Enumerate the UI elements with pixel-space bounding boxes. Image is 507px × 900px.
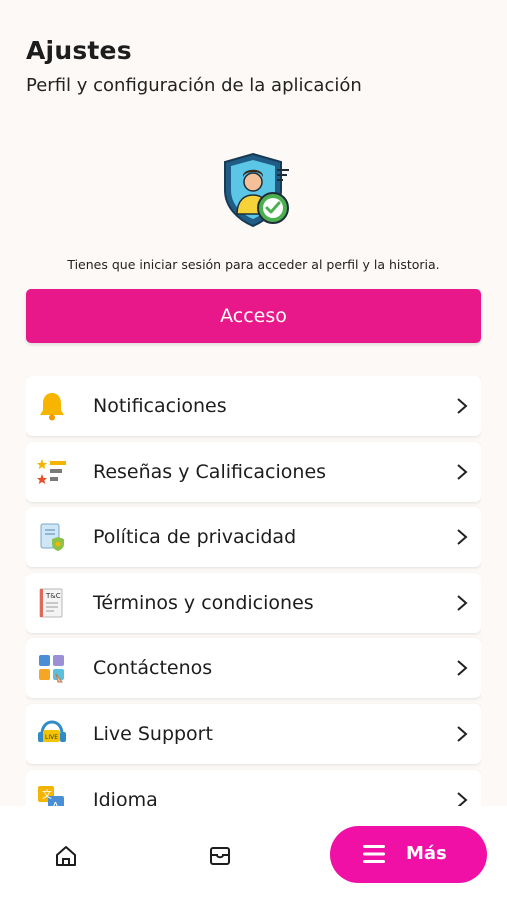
svg-text:文: 文 [42,788,52,801]
language-icon: 文 A [38,785,64,806]
svg-text:T&C: T&C [45,592,61,600]
chevron-right-icon [457,660,468,677]
shop-box-icon[interactable] [208,844,232,868]
bell-icon [40,393,64,421]
menu-item-reviews[interactable]: Reseñas y Calificaciones [26,441,481,502]
chevron-right-icon [457,398,468,414]
chevron-right-icon [457,463,468,480]
contact-icon [39,655,64,683]
more-label: Más [406,843,447,864]
chevron-right-icon [457,791,468,806]
menu-item-notifications[interactable]: Notificaciones [26,376,481,436]
menu-item-label: Live Support [93,722,213,745]
more-button[interactable]: Más [330,826,487,883]
chevron-right-icon [457,726,468,742]
login-button[interactable]: Acceso [26,289,481,343]
menu-item-terms[interactable]: T&C Términos y condiciones [26,572,481,633]
menu-item-label: Política de privacidad [93,526,297,549]
login-notice: Tienes que iniciar sesión para acceder a… [67,257,440,272]
star-rating-icon [37,458,66,484]
page-header: Ajustes Perfil y configuración de la apl… [26,36,362,96]
menu-item-language[interactable]: 文 A Idioma [26,769,481,806]
menu-item-live-support[interactable]: LIVE Live Support [26,703,481,764]
live-support-icon: LIVE [38,720,66,742]
settings-menu: Notificaciones Reseñas y Calificaciones … [26,376,481,806]
menu-item-label: Reseñas y Calificaciones [93,460,327,483]
menu-item-label: Contáctenos [93,657,213,680]
home-icon[interactable] [54,844,78,868]
svg-text:LIVE: LIVE [45,734,58,741]
privacy-document-icon [40,523,64,552]
bottom-navigation: Más [0,806,507,900]
page-subtitle: Perfil y configuración de la aplicación [26,75,362,96]
menu-item-label: Notificaciones [93,395,227,417]
menu-item-label: Idioma [93,788,158,806]
menu-hamburger-icon [363,845,385,863]
menu-item-contact[interactable]: Contáctenos [26,638,481,699]
menu-item-privacy-policy[interactable]: Política de privacidad [26,507,481,568]
profile-shield-icon [224,152,289,228]
chevron-right-icon [457,595,468,611]
terms-document-icon: T&C [39,588,63,618]
page-title: Ajustes [26,36,132,65]
chevron-right-icon [457,529,468,545]
menu-item-label: Términos y condiciones [93,591,314,614]
